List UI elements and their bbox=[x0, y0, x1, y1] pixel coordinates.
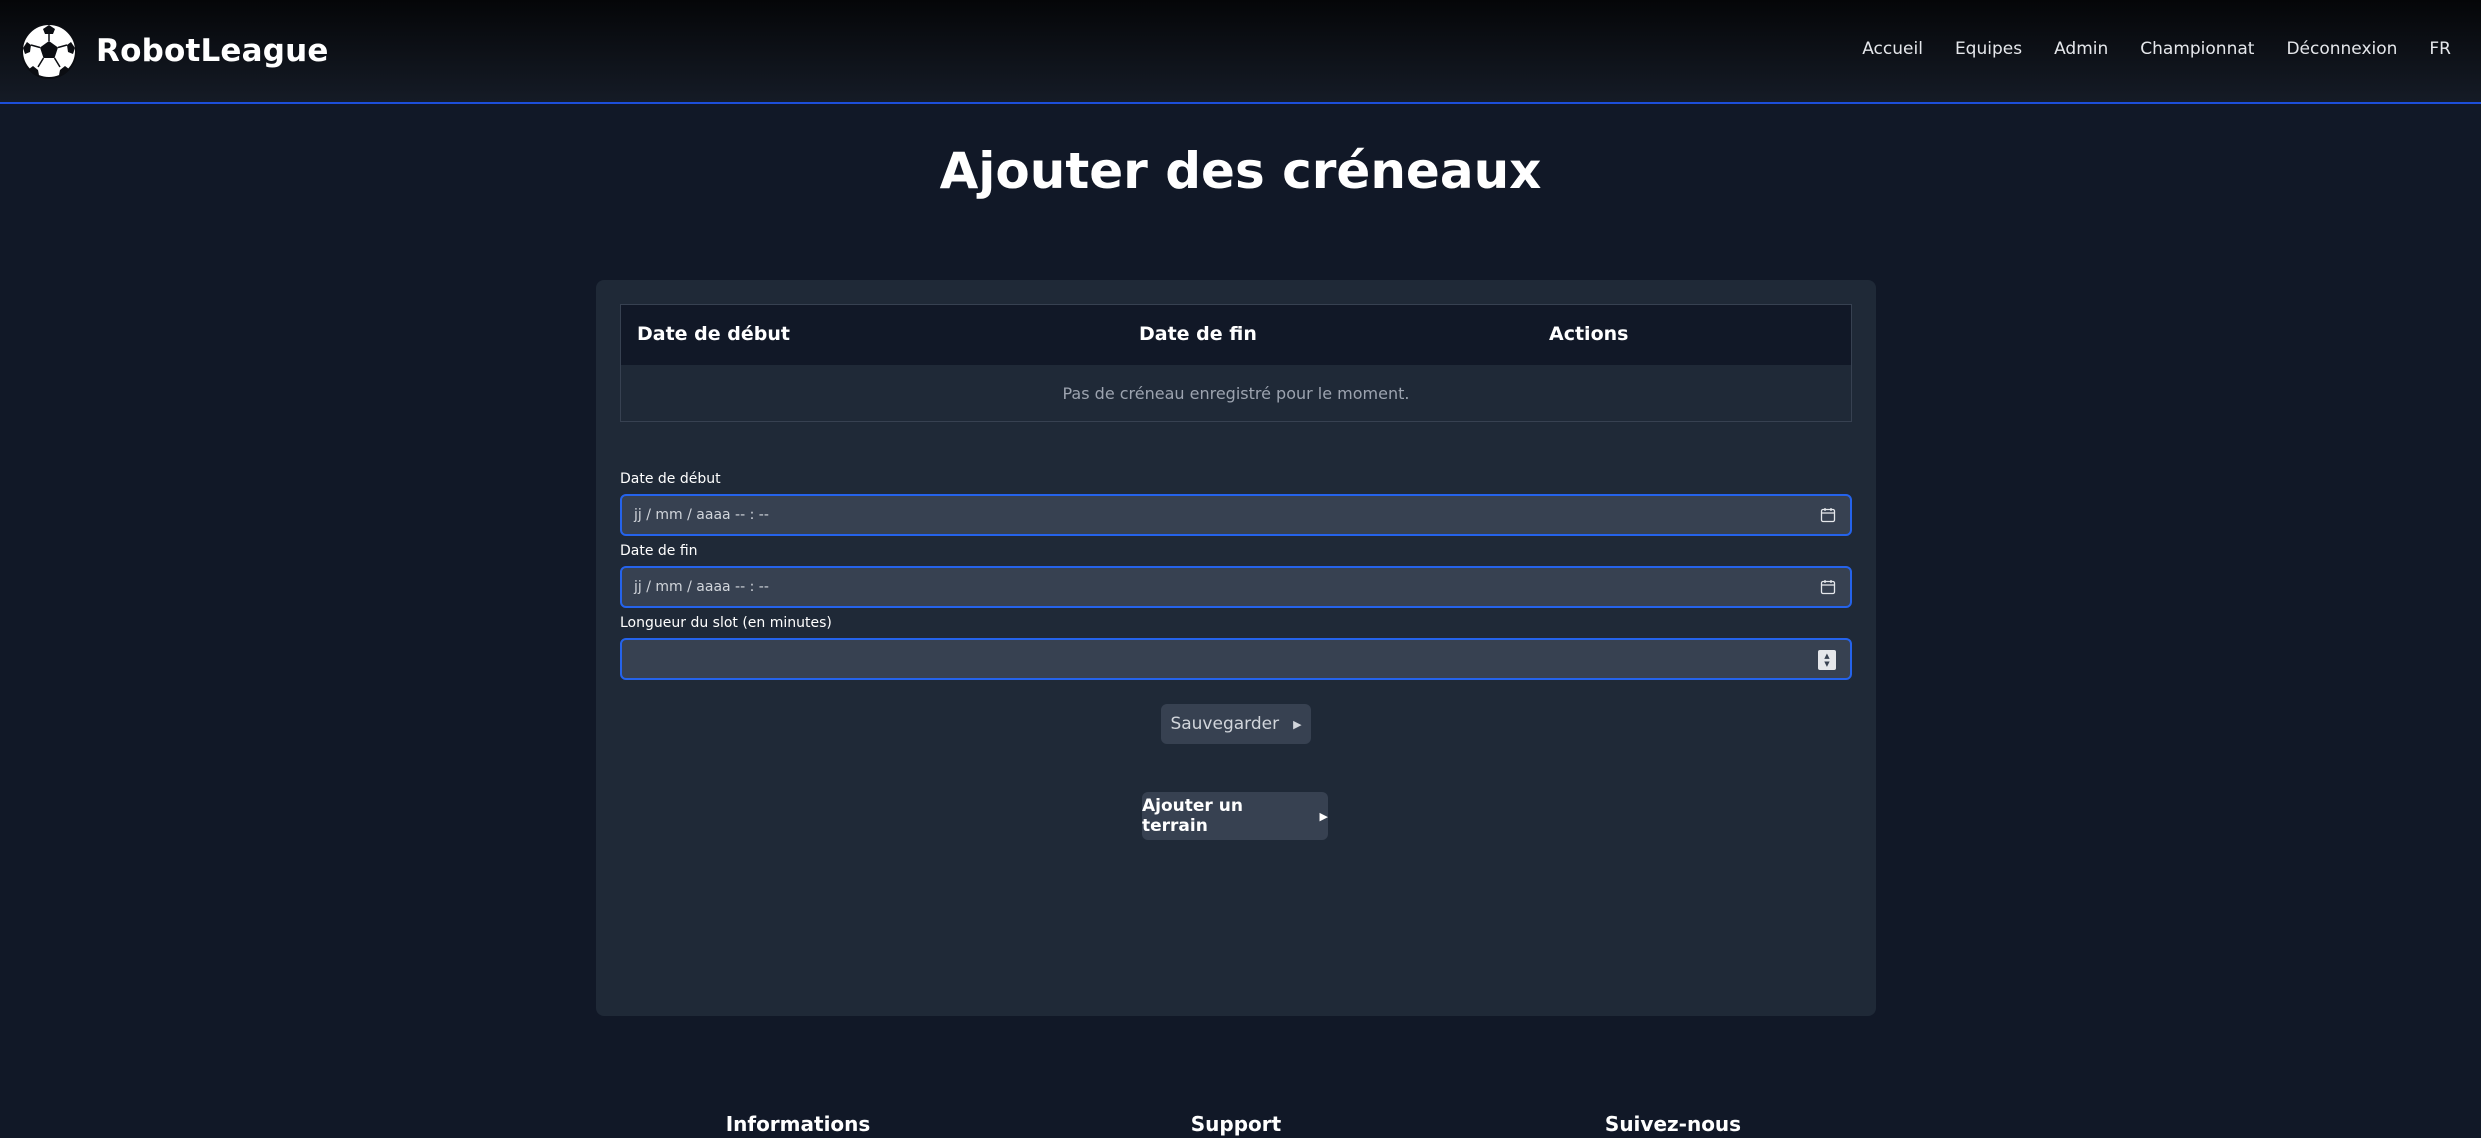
page-title: Ajouter des créneaux bbox=[939, 142, 1542, 200]
footer-heading-social: Suivez-nous bbox=[1604, 1112, 1742, 1136]
start-date-label: Date de début bbox=[620, 471, 721, 487]
empty-table-message: Pas de créneau enregistré pour le moment… bbox=[1062, 383, 1410, 403]
add-field-button-label: Ajouter un terrain bbox=[1142, 796, 1243, 836]
save-button-label: Sauvegarder bbox=[1170, 714, 1280, 734]
end-date-input[interactable]: jj / mm / aaaa -- : -- bbox=[620, 566, 1852, 608]
nav-equipes[interactable]: Equipes bbox=[1955, 39, 2022, 59]
caret-right-icon: ▶ bbox=[1319, 809, 1328, 823]
slots-table: Date de début Date de fin Actions Pas de… bbox=[620, 304, 1852, 422]
footer-heading-informations: Informations bbox=[725, 1112, 871, 1136]
language-switch[interactable]: FR bbox=[2429, 39, 2451, 59]
calendar-icon[interactable] bbox=[1820, 579, 1836, 595]
soccer-ball-icon bbox=[21, 23, 77, 79]
slot-form: Date de début jj / mm / aaaa -- : -- Dat… bbox=[620, 468, 1852, 684]
navbar: RobotLeague Accueil Equipes Admin Champi… bbox=[0, 0, 2481, 104]
nav-links: Accueil Equipes Admin Championnat Déconn… bbox=[1862, 34, 2451, 64]
slots-card: Date de début Date de fin Actions Pas de… bbox=[596, 280, 1876, 1016]
table-header: Date de début Date de fin Actions bbox=[621, 305, 1851, 365]
column-header-end: Date de fin bbox=[1139, 323, 1257, 345]
nav-admin[interactable]: Admin bbox=[2054, 39, 2108, 59]
footer-heading-support: Support bbox=[1190, 1112, 1282, 1136]
brand-name: RobotLeague bbox=[96, 33, 329, 69]
slot-length-input[interactable]: ▲ ▼ bbox=[620, 638, 1852, 680]
calendar-icon[interactable] bbox=[1820, 507, 1836, 523]
nav-championnat[interactable]: Championnat bbox=[2140, 39, 2254, 59]
save-button[interactable]: Sauvegarder ▶ bbox=[1161, 704, 1311, 744]
brand-link[interactable]: RobotLeague bbox=[20, 22, 329, 80]
end-date-label: Date de fin bbox=[620, 543, 698, 559]
start-date-input[interactable]: jj / mm / aaaa -- : -- bbox=[620, 494, 1852, 536]
column-header-start: Date de début bbox=[637, 323, 790, 345]
nav-accueil[interactable]: Accueil bbox=[1862, 39, 1923, 59]
caret-right-icon: ▶ bbox=[1293, 717, 1302, 731]
slot-length-label: Longueur du slot (en minutes) bbox=[620, 615, 832, 631]
column-header-actions: Actions bbox=[1549, 323, 1629, 345]
start-date-placeholder: jj / mm / aaaa -- : -- bbox=[634, 507, 769, 523]
nav-deconnexion[interactable]: Déconnexion bbox=[2286, 39, 2397, 59]
add-field-button[interactable]: Ajouter un terrain ▶ bbox=[1142, 792, 1328, 840]
end-date-placeholder: jj / mm / aaaa -- : -- bbox=[634, 579, 769, 595]
number-stepper-icon[interactable]: ▲ ▼ bbox=[1818, 650, 1836, 670]
